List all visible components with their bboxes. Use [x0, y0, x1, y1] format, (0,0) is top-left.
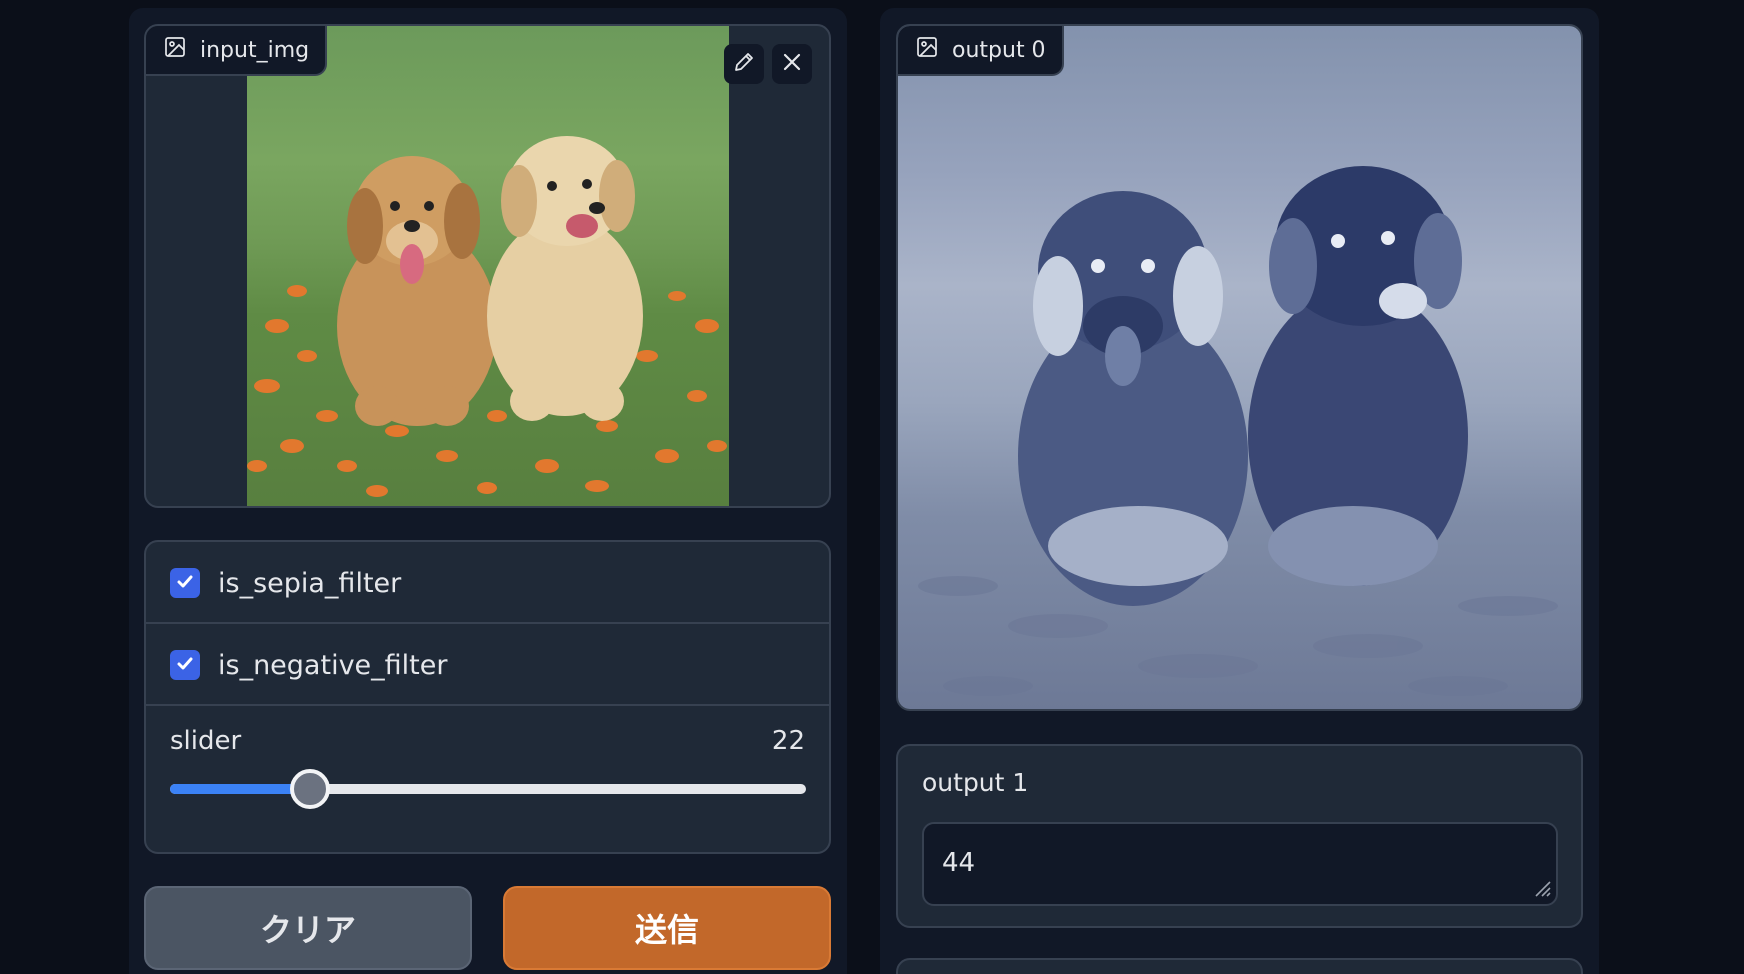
next-output-panel	[896, 958, 1583, 974]
checkmark-icon	[175, 568, 195, 599]
edit-image-button[interactable]	[724, 44, 764, 84]
output-image-panel: output 0	[896, 24, 1583, 711]
output-image-label: output 0	[952, 37, 1046, 63]
slider-value[interactable]: 22	[772, 726, 805, 756]
checkmark-icon	[175, 650, 195, 681]
sepia-filter-checkbox[interactable]	[170, 568, 200, 598]
input-image-panel[interactable]: input_img	[144, 24, 831, 508]
options-panel: is_sepia_filter is_negative_filter slide…	[144, 540, 831, 854]
output-text-label: output 1	[922, 768, 1029, 797]
negative-filter-label: is_negative_filter	[218, 649, 448, 681]
negative-filter-checkbox[interactable]	[170, 650, 200, 680]
output-text-value: 44	[942, 848, 976, 878]
input-image	[247, 26, 729, 506]
image-icon	[164, 36, 186, 64]
clear-button-label: クリア	[259, 911, 356, 949]
slider-label: slider	[170, 726, 242, 756]
negative-filter-checkbox-row[interactable]: is_negative_filter	[146, 624, 829, 706]
output-text-box[interactable]: 44	[922, 822, 1558, 906]
inputs-column: input_img is_sepia_filter is_negative_fi…	[129, 8, 847, 974]
submit-button-label: 送信	[634, 911, 699, 949]
output-image	[898, 26, 1581, 709]
input-image-label-chip: input_img	[146, 26, 328, 76]
outputs-column: output 0 output 1 44	[880, 8, 1599, 974]
slider-thumb[interactable]	[290, 769, 330, 809]
slider-fill	[170, 784, 310, 794]
output-image-label-chip: output 0	[898, 26, 1064, 76]
input-image-label: input_img	[200, 37, 310, 63]
sepia-filter-checkbox-row[interactable]: is_sepia_filter	[146, 542, 829, 624]
close-icon	[781, 51, 803, 77]
output-text-panel: output 1 44	[896, 744, 1583, 928]
clear-image-button[interactable]	[772, 44, 812, 84]
pencil-icon	[732, 50, 756, 78]
sepia-filter-label: is_sepia_filter	[218, 567, 402, 599]
clear-button[interactable]: クリア	[144, 886, 472, 970]
slider-track[interactable]	[170, 769, 806, 809]
image-icon	[916, 36, 938, 64]
resize-handle-icon[interactable]	[1530, 876, 1552, 902]
slider-block: slider 22	[146, 706, 829, 852]
submit-button[interactable]: 送信	[503, 886, 831, 970]
